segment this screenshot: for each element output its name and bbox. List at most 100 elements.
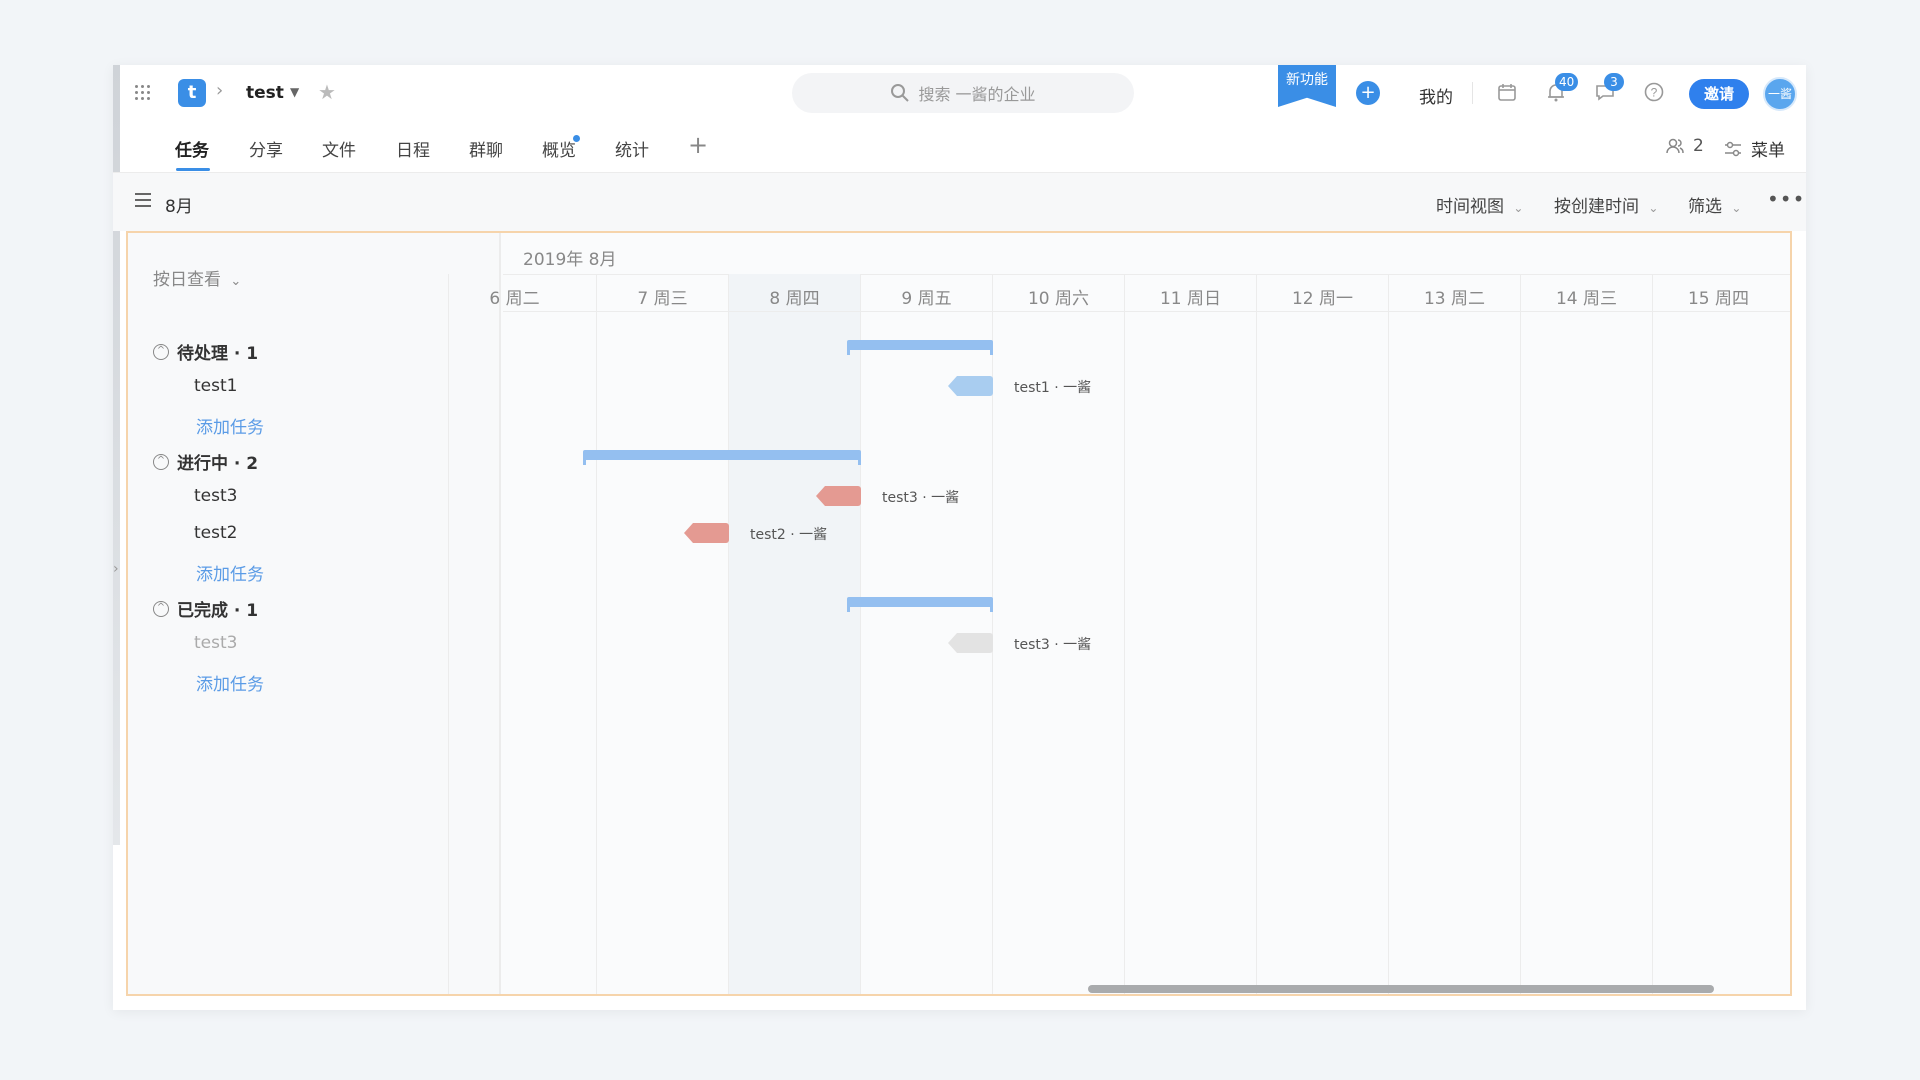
day-label: 14 周三 bbox=[1555, 289, 1618, 309]
calendar-icon[interactable] bbox=[1496, 81, 1520, 105]
group-pending[interactable]: ^ 待处理 · 1 bbox=[153, 339, 258, 364]
expand-sidebar-icon[interactable]: › bbox=[113, 555, 123, 583]
task-bar[interactable] bbox=[948, 633, 993, 653]
sort-dropdown[interactable]: 按创建时间 ⌄ bbox=[1554, 192, 1658, 217]
tab-group-chat[interactable]: 群聊 bbox=[469, 136, 503, 161]
my-link[interactable]: 我的 bbox=[1419, 83, 1453, 108]
help-icon[interactable]: ? bbox=[1643, 81, 1667, 105]
day-column: 12 周一 bbox=[1256, 274, 1388, 994]
task-row[interactable]: test1 bbox=[194, 376, 237, 396]
menu-label: 菜单 bbox=[1751, 141, 1785, 161]
filter-label: 筛选 bbox=[1688, 197, 1722, 217]
time-view-dropdown[interactable]: 时间视图 ⌄ bbox=[1436, 192, 1523, 217]
view-by-label: 按日查看 bbox=[153, 270, 221, 290]
chat-icon[interactable]: 3 bbox=[1594, 73, 1624, 105]
tab-share[interactable]: 分享 bbox=[249, 136, 283, 161]
horizontal-scrollbar[interactable] bbox=[1088, 985, 1714, 993]
task-row[interactable]: test3 bbox=[194, 633, 237, 653]
group-in-progress[interactable]: ^ 进行中 · 2 bbox=[153, 449, 258, 474]
star-icon[interactable]: ★ bbox=[318, 80, 336, 104]
add-task-button[interactable]: 添加任务 bbox=[196, 670, 264, 695]
group-title: 待处理 · 1 bbox=[177, 344, 259, 364]
day-column: 11 周日 bbox=[1124, 274, 1256, 994]
chevron-down-icon: ⌄ bbox=[1731, 201, 1742, 215]
task-bar[interactable] bbox=[948, 376, 993, 396]
task-bar[interactable] bbox=[684, 523, 729, 543]
timeline-month-header: 2019年 8月 bbox=[523, 250, 617, 270]
add-circle-icon[interactable]: + bbox=[1356, 81, 1380, 105]
time-view-label: 时间视图 bbox=[1436, 197, 1504, 217]
divider bbox=[1472, 82, 1473, 104]
divider bbox=[503, 311, 1790, 312]
filter-dropdown[interactable]: 筛选 ⌄ bbox=[1688, 192, 1741, 217]
group-done[interactable]: ^ 已完成 · 1 bbox=[153, 596, 258, 621]
list-menu-icon[interactable] bbox=[135, 193, 151, 207]
project-logo[interactable]: t bbox=[178, 79, 206, 107]
add-task-button[interactable]: 添加任务 bbox=[196, 560, 264, 585]
members-count: 2 bbox=[1693, 136, 1704, 156]
members-button[interactable]: 2 bbox=[1665, 136, 1704, 156]
day-column: 6 周二 bbox=[448, 274, 580, 994]
collapse-icon[interactable]: ^ bbox=[153, 600, 169, 617]
bell-icon[interactable]: 40 bbox=[1545, 73, 1579, 105]
tab-files[interactable]: 文件 bbox=[322, 136, 356, 161]
task-bar-label: test2 · 一酱 bbox=[750, 527, 828, 543]
apps-grid-icon[interactable] bbox=[135, 85, 151, 101]
add-tab-icon[interactable]: + bbox=[688, 131, 708, 159]
task-row[interactable]: test2 bbox=[194, 523, 237, 543]
timeline: 2019年 8月 6 周二 7 周三 8 周四 9 周五 10 周六 11 周日… bbox=[448, 233, 1790, 994]
chevron-right-icon: › bbox=[216, 80, 224, 101]
view-by-dropdown[interactable]: 按日查看 ⌄ bbox=[153, 265, 241, 290]
invite-button[interactable]: 邀请 bbox=[1689, 79, 1749, 109]
day-column: 15 周四 bbox=[1652, 274, 1784, 994]
top-bar: t › test ▼ ★ 搜索 一酱的企业 新功能 + 我的 40 3 ? 邀请… bbox=[113, 65, 1806, 121]
messages-badge: 3 bbox=[1604, 73, 1624, 91]
caret-down-icon[interactable]: ▼ bbox=[290, 85, 299, 99]
task-bar-label: test1 · 一酱 bbox=[1014, 380, 1092, 396]
more-icon[interactable]: ••• bbox=[1767, 187, 1805, 211]
chevron-down-icon: ⌄ bbox=[1648, 201, 1659, 215]
tab-tasks[interactable]: 任务 bbox=[175, 136, 209, 161]
menu-button[interactable]: 菜单 bbox=[1723, 136, 1785, 161]
tab-schedule[interactable]: 日程 bbox=[396, 136, 430, 161]
new-feature-ribbon[interactable]: 新功能 bbox=[1278, 65, 1336, 107]
group-summary-bar bbox=[847, 597, 993, 612]
day-column: 14 周三 bbox=[1520, 274, 1652, 994]
settings-sliders-icon bbox=[1725, 141, 1741, 156]
tab-overview[interactable]: 概览 bbox=[542, 136, 576, 161]
chevron-down-icon: ⌄ bbox=[230, 274, 242, 289]
day-label: 13 周二 bbox=[1423, 289, 1486, 309]
day-column: 13 周二 bbox=[1388, 274, 1520, 994]
svg-text:?: ? bbox=[1651, 86, 1658, 100]
task-list-panel: 按日查看 ⌄ ^ 待处理 · 1 test1 添加任务 ^ 进行中 · 2 te… bbox=[128, 233, 501, 994]
day-label: 8 周四 bbox=[769, 289, 820, 309]
day-label: 10 周六 bbox=[1027, 289, 1090, 309]
day-label: 9 周五 bbox=[901, 289, 952, 309]
gantt-toolbar: 8月 时间视图 ⌄ 按创建时间 ⌄ 筛选 ⌄ ••• bbox=[113, 173, 1806, 231]
members-icon bbox=[1666, 138, 1684, 154]
tab-statistics[interactable]: 统计 bbox=[615, 136, 649, 161]
search-icon bbox=[891, 84, 910, 102]
add-task-button[interactable]: 添加任务 bbox=[196, 413, 264, 438]
notifications-badge: 40 bbox=[1555, 73, 1579, 91]
search-input[interactable]: 搜索 一酱的企业 bbox=[792, 73, 1134, 113]
day-label: 15 周四 bbox=[1687, 289, 1750, 309]
day-label: 11 周日 bbox=[1159, 289, 1222, 309]
task-row[interactable]: test3 bbox=[194, 486, 237, 506]
day-column: 7 周三 bbox=[596, 274, 728, 994]
day-label: 6 周二 bbox=[489, 289, 540, 309]
task-bar-label: test3 · 一酱 bbox=[882, 490, 960, 506]
day-column: 8 周四 bbox=[728, 274, 860, 994]
avatar[interactable]: 一酱 bbox=[1763, 77, 1797, 111]
group-title: 已完成 · 1 bbox=[177, 601, 259, 621]
day-label: 12 周一 bbox=[1291, 289, 1354, 309]
project-name[interactable]: test bbox=[246, 83, 284, 103]
task-bar[interactable] bbox=[816, 486, 861, 506]
month-title: 8月 bbox=[165, 197, 193, 217]
collapse-icon[interactable]: ^ bbox=[153, 343, 169, 360]
unread-dot bbox=[573, 135, 580, 142]
collapse-icon[interactable]: ^ bbox=[153, 453, 169, 470]
group-summary-bar bbox=[583, 450, 861, 465]
project-tabs: 任务 分享 文件 日程 群聊 概览 统计 + 2 菜单 bbox=[113, 121, 1806, 173]
search-placeholder: 搜索 一酱的企业 bbox=[918, 85, 1036, 104]
